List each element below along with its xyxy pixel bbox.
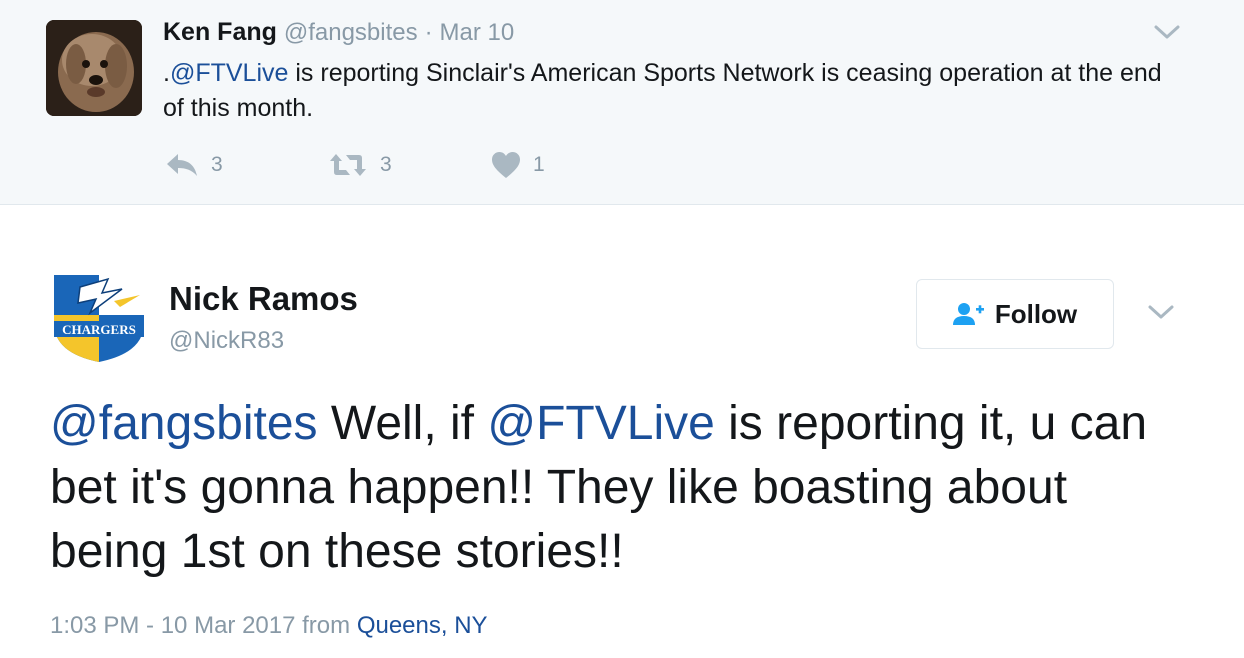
parent-tweet-header: Ken Fang @fangsbites · Mar 10 — [163, 18, 514, 47]
chevron-down-icon[interactable] — [1152, 22, 1182, 42]
mention-link[interactable]: @FTVLive — [170, 59, 288, 87]
retweet-button[interactable]: 3 — [328, 148, 392, 182]
tweet-timestamp[interactable]: 1:03 PM - 10 Mar 2017 — [50, 612, 295, 639]
parent-text-lead: . — [163, 59, 170, 87]
chevron-down-icon[interactable] — [1146, 302, 1176, 322]
like-count: 1 — [533, 153, 545, 176]
parent-text-rest: is reporting Sinclair's American Sports … — [163, 59, 1162, 122]
author-name[interactable]: Nick Ramos — [169, 280, 358, 318]
parent-date[interactable]: Mar 10 — [440, 19, 515, 46]
retweet-count: 3 — [380, 153, 392, 176]
mention-link[interactable]: @FTVLive — [487, 397, 714, 450]
retweet-icon — [328, 152, 368, 178]
reply-count: 3 — [211, 153, 223, 176]
heart-icon — [491, 151, 521, 179]
avatar-team-text: CHARGERS — [62, 322, 136, 337]
parent-author-handle[interactable]: @fangsbites — [284, 19, 418, 46]
reply-icon — [165, 152, 199, 178]
follow-label: Follow — [994, 298, 1078, 329]
author-handle[interactable]: @NickR83 — [169, 327, 284, 355]
parent-separator: · — [424, 19, 433, 46]
from-label: from — [295, 612, 357, 639]
add-user-icon — [952, 302, 985, 326]
tweet-text-part: Well, if — [317, 397, 488, 450]
follow-button[interactable]: Follow — [916, 279, 1114, 349]
chargers-avatar[interactable]: CHARGERS — [50, 265, 148, 363]
reply-button[interactable]: 3 — [165, 148, 223, 182]
like-button[interactable]: 1 — [491, 148, 545, 182]
tweet-meta: 1:03 PM - 10 Mar 2017 from Queens, NY — [50, 612, 488, 640]
location-link[interactable]: Queens, NY — [357, 612, 488, 639]
parent-author-name[interactable]: Ken Fang — [163, 18, 277, 46]
dog-avatar[interactable] — [46, 20, 142, 116]
parent-actions: 3 3 1 — [163, 148, 583, 182]
parent-tweet-text: .@FTVLive is reporting Sinclair's Americ… — [163, 56, 1163, 126]
parent-tweet[interactable]: Ken Fang @fangsbites · Mar 10 .@FTVLive … — [0, 0, 1244, 205]
tweet-text: @fangsbites Well, if @FTVLive is reporti… — [50, 392, 1170, 584]
mention-link[interactable]: @fangsbites — [50, 397, 318, 450]
